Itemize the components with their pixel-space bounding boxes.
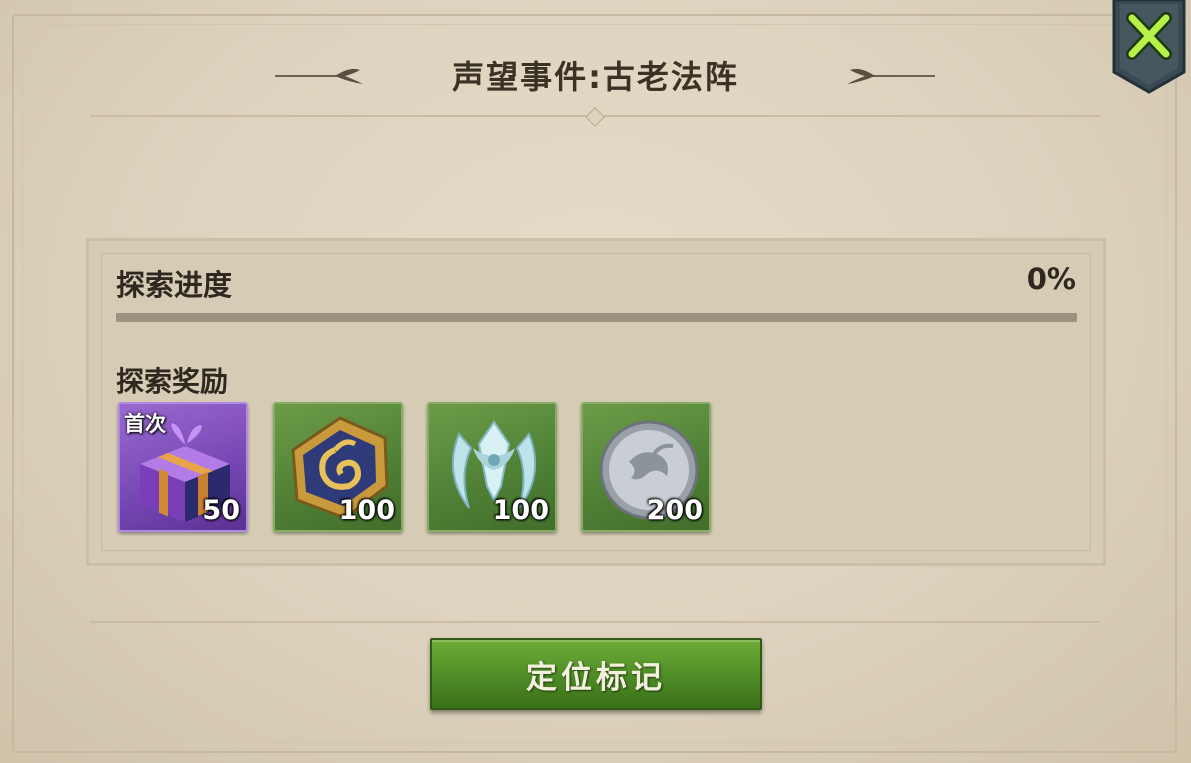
event-dialog: 声望事件:古老法阵 探索进度 0% 探索奖励 首次 50 100 100 200… (0, 0, 1191, 763)
reward-item-silver-coin[interactable]: 200 (581, 402, 711, 532)
locate-marker-button[interactable]: 定位标记 (430, 638, 762, 710)
reward-count: 100 (338, 495, 395, 526)
close-x-icon (1112, 0, 1186, 94)
reward-count: 200 (646, 495, 703, 526)
first-time-tag: 首次 (124, 412, 166, 436)
close-button[interactable] (1112, 0, 1186, 94)
title-ornament-right (847, 68, 935, 84)
progress-label: 探索进度 (116, 268, 233, 302)
bottom-divider (90, 621, 1100, 623)
reward-item-silver-crest[interactable]: 100 (427, 402, 557, 532)
rewards-label: 探索奖励 (116, 365, 229, 398)
progress-bar (116, 313, 1077, 322)
reward-count: 50 (202, 495, 240, 526)
reward-item-gift-box[interactable]: 首次 50 (118, 402, 248, 532)
reward-item-gold-emblem[interactable]: 100 (273, 402, 403, 532)
dialog-title: 声望事件:古老法阵 (452, 58, 739, 96)
progress-value: 0% (1026, 262, 1076, 296)
reward-count: 100 (492, 495, 549, 526)
